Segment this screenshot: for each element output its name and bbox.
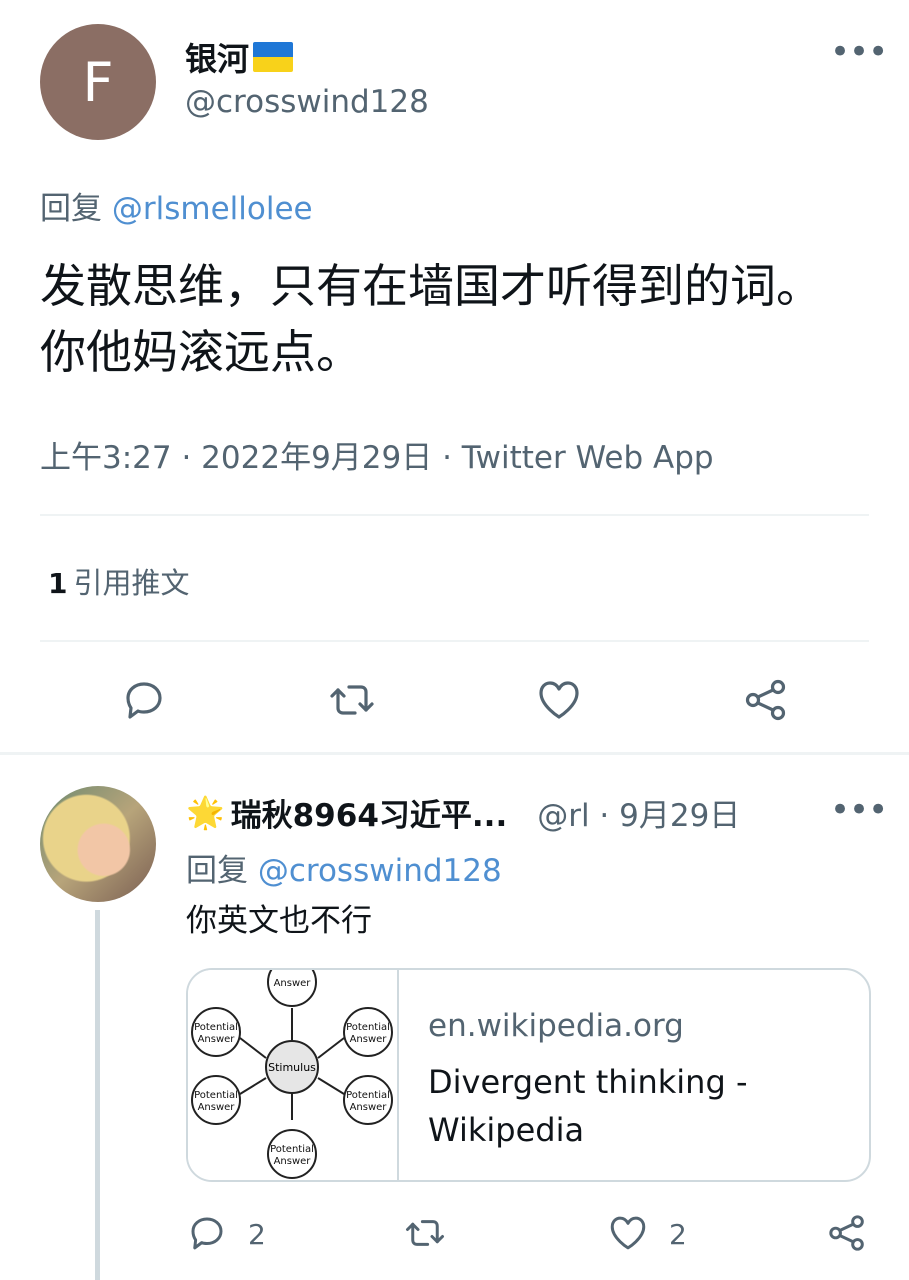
reply-icon[interactable]	[120, 676, 168, 724]
share-icon[interactable]	[742, 676, 790, 724]
link-card[interactable]: Stimulus Answer Potential Answer Potenti…	[186, 968, 871, 1182]
card-domain: en.wikipedia.org	[428, 1008, 684, 1044]
star-emoji-icon: 🌟	[186, 795, 225, 831]
reply-icon[interactable]	[186, 1212, 228, 1254]
divergent-thinking-diagram: Stimulus Answer Potential Answer Potenti…	[191, 970, 393, 1179]
more-icon[interactable]: •••	[830, 790, 888, 830]
author-display-name[interactable]: 银河	[185, 34, 294, 80]
card-title: Divergent thinking - Wikipedia	[428, 1063, 748, 1149]
diagram-node-label: Answer	[198, 1034, 236, 1045]
reply-header: 🌟 瑞秋8964习近平... @rl · 9月29日	[186, 790, 740, 835]
reply-prefix: 回复	[40, 191, 102, 227]
more-icon[interactable]: •••	[830, 32, 888, 72]
like-icon[interactable]	[535, 676, 583, 724]
diagram-center-label: Stimulus	[268, 1061, 316, 1074]
card-thumbnail: Stimulus Answer Potential Answer Potenti…	[188, 970, 399, 1180]
section-separator	[0, 752, 909, 755]
quote-count: 1	[48, 567, 68, 600]
like-icon[interactable]	[607, 1212, 649, 1254]
divider	[40, 514, 869, 516]
diagram-node-label: Potential	[270, 1144, 314, 1155]
tweet-timestamp[interactable]: 上午3:27 · 2022年9月29日 · Twitter Web App	[40, 432, 714, 477]
replying-to-line: 回复 @rlsmellolee	[40, 183, 313, 228]
avatar-letter: F	[82, 50, 114, 114]
diagram-node-label: Potential	[194, 1022, 238, 1033]
author-avatar[interactable]: F	[40, 24, 156, 140]
diagram-node-label: Answer	[274, 978, 312, 989]
like-count: 2	[669, 1218, 687, 1251]
reply-handle-date[interactable]: @rl · 9月29日	[537, 790, 740, 835]
reply-text: 你英文也不行	[186, 903, 372, 939]
diagram-node-label: Potential	[194, 1090, 238, 1101]
diagram-node-label: Potential	[346, 1022, 390, 1033]
quote-tweets-stat[interactable]: 1 引用推文	[48, 560, 190, 602]
ukraine-flag-icon	[253, 42, 294, 72]
diagram-node-label: Answer	[198, 1102, 236, 1113]
reply-prefix: 回复	[186, 853, 248, 889]
retweet-icon[interactable]	[328, 676, 376, 724]
diagram-node-label: Potential	[346, 1090, 390, 1101]
quote-label: 引用推文	[73, 566, 190, 600]
retweet-icon[interactable]	[404, 1212, 446, 1254]
diagram-node-label: Answer	[274, 1156, 312, 1167]
reply-display-name[interactable]: 瑞秋8964习近平...	[231, 790, 508, 835]
diagram-node-label: Answer	[350, 1102, 388, 1113]
reply-count: 2	[248, 1218, 266, 1251]
tweet-text: 发散思维，只有在墙国才听得到的词。你他妈滚远点。	[40, 259, 822, 379]
divider	[40, 640, 869, 642]
replying-to-line: 回复 @crosswind128	[186, 845, 502, 890]
thread-line	[95, 910, 100, 1280]
share-icon[interactable]	[826, 1212, 868, 1254]
reply-to-mention[interactable]: @rlsmellolee	[112, 191, 313, 227]
diagram-node-label: Answer	[350, 1034, 388, 1045]
display-name-text: 银河	[185, 40, 250, 78]
reply-to-mention[interactable]: @crosswind128	[258, 853, 502, 889]
author-handle[interactable]: @crosswind128	[185, 84, 429, 120]
reply-author-avatar[interactable]	[40, 786, 156, 902]
